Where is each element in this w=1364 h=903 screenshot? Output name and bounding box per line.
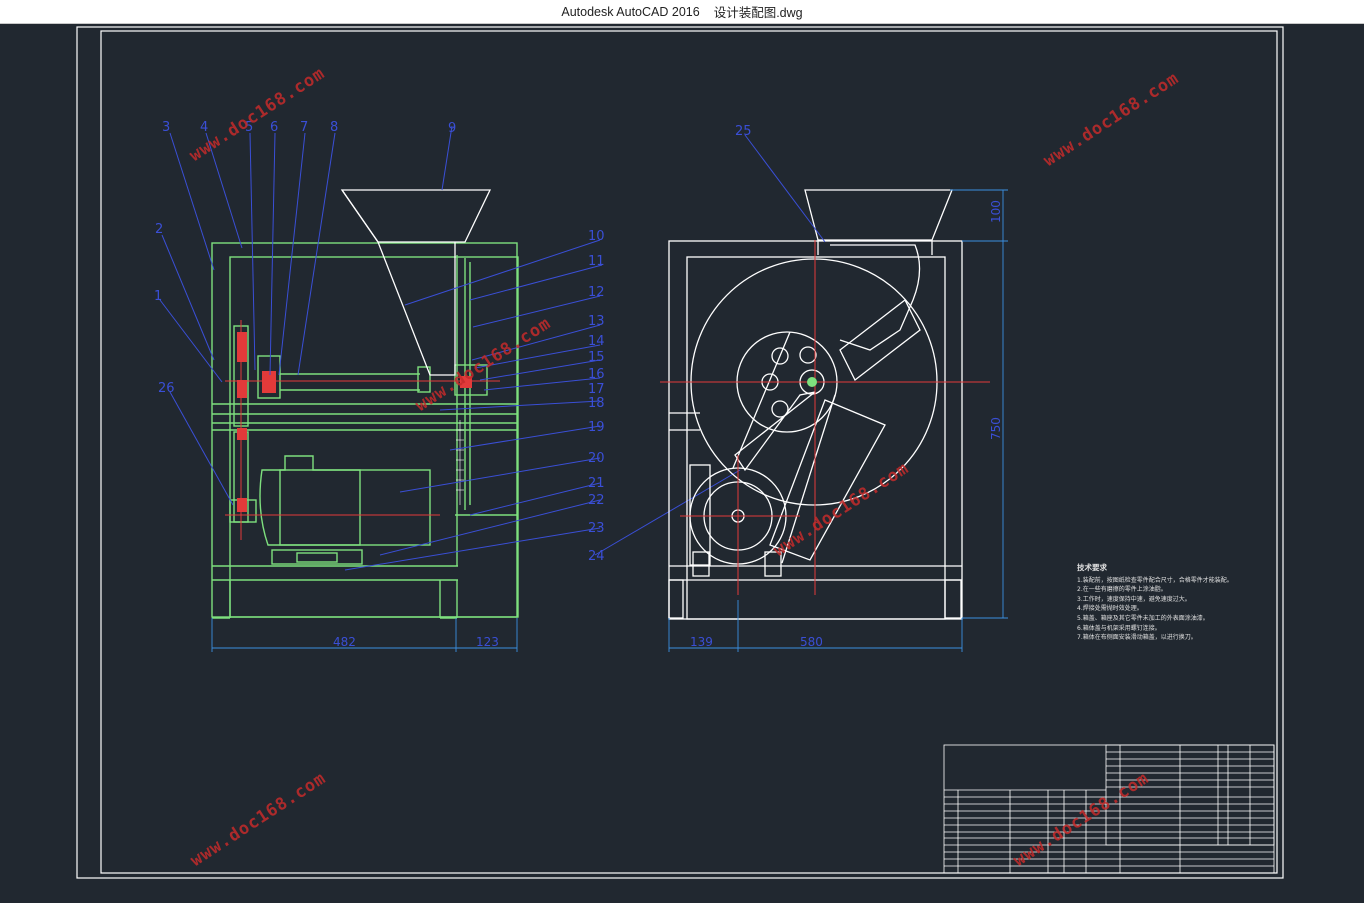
technical-requirements: 技术要求 1.装配前，按图纸检查零件配合尺寸，合格零件才能装配。 2.在一些有磨… [1077, 563, 1233, 643]
part-15: 15 [588, 350, 605, 365]
part-21: 21 [588, 476, 605, 491]
part-10: 10 [588, 229, 605, 244]
part-3: 3 [162, 120, 170, 135]
note-item: 3.工作时，速度保持中速，避免速度过大。 [1077, 595, 1191, 603]
note-item: 6.箱体盖与机架采用螺钉连接。 [1077, 624, 1161, 632]
part-20: 20 [588, 451, 605, 466]
title-bar: Autodesk AutoCAD 2016 设计装配图.dwg [0, 0, 1364, 24]
dim-123: 123 [476, 635, 499, 649]
right-view[interactable]: 139 580 750 100 25 [660, 124, 1008, 652]
notes-heading: 技术要求 [1077, 563, 1107, 572]
note-item: 7.箱体在布侧面安装滑动箱盖，以进行换刀。 [1077, 634, 1197, 642]
inner-frame [100, 30, 1278, 874]
part-22: 22 [588, 493, 605, 508]
part-4: 4 [200, 120, 208, 135]
part-23: 23 [588, 521, 605, 536]
part-11: 11 [588, 254, 605, 269]
part-1: 1 [154, 289, 162, 304]
note-item: 4.焊接处需抛时效处理。 [1077, 605, 1143, 613]
part-19: 19 [588, 420, 605, 435]
note-item: 1.装配前，按图纸检查零件配合尺寸，合格零件才能装配。 [1077, 576, 1233, 584]
dim-580: 580 [800, 635, 823, 649]
part-24: 24 [588, 549, 605, 564]
outer-frame [76, 26, 1284, 879]
part-9: 9 [448, 121, 456, 136]
note-item: 5.箱盖、箱座及其它零件未加工的外表面涂油漆。 [1077, 614, 1209, 622]
part-16: 16 [588, 367, 605, 382]
part-14: 14 [588, 334, 605, 349]
part-2: 2 [155, 222, 163, 237]
part-26: 26 [158, 381, 175, 396]
dim-139: 139 [690, 635, 713, 649]
part-18: 18 [588, 396, 605, 411]
part-17: 17 [588, 382, 605, 397]
part-12: 12 [588, 285, 605, 300]
part-25: 25 [735, 124, 752, 139]
part-6: 6 [270, 120, 278, 135]
dim-100: 100 [989, 200, 1003, 223]
file-name: 设计装配图.dwg [713, 6, 803, 20]
dim-750: 750 [989, 417, 1003, 440]
app-title: Autodesk AutoCAD 2016 [561, 4, 700, 19]
hopper-left [340, 189, 492, 243]
dim-482: 482 [333, 635, 356, 649]
hopper-right [804, 189, 953, 241]
part-7: 7 [300, 120, 308, 135]
note-item: 2.在一些有磨擦的零件上涂油脂。 [1077, 586, 1167, 594]
part-8: 8 [330, 120, 338, 135]
part-13: 13 [588, 314, 605, 329]
drawing-canvas[interactable]: 482 123 1 2 3 4 5 6 7 8 9 10 11 12 13 14… [0, 24, 1364, 899]
